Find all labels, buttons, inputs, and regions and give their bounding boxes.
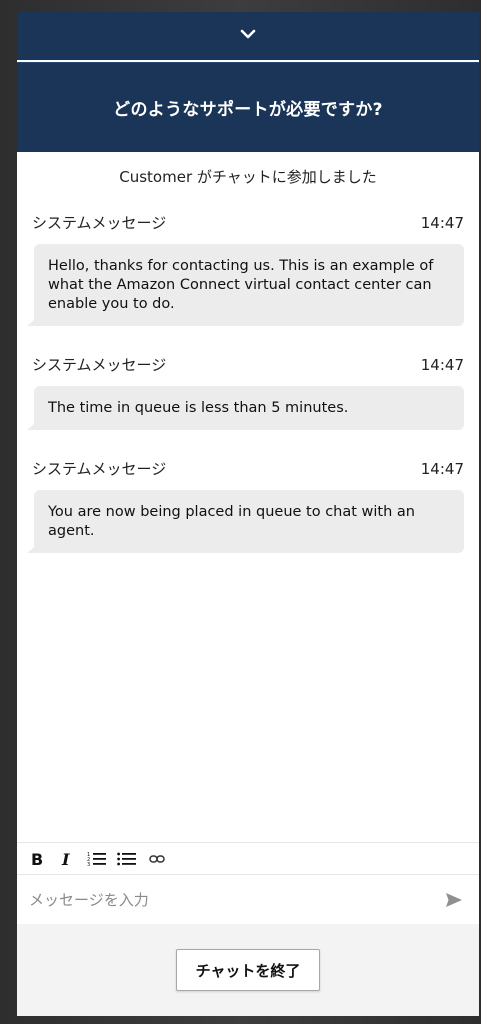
message-sender: システムメッセージ	[32, 356, 167, 374]
message-item: システムメッセージ 14:47 The time in queue is les…	[27, 354, 464, 430]
chat-header: どのようなサポートが必要ですか?	[17, 62, 479, 152]
numbered-list-icon[interactable]: 1 2 3	[86, 848, 108, 870]
collapse-button[interactable]	[17, 12, 479, 60]
message-text: You are now being placed in queue to cha…	[48, 504, 415, 539]
svg-text:3: 3	[87, 862, 90, 867]
message-sender: システムメッセージ	[32, 460, 167, 478]
svg-text:I: I	[61, 851, 70, 867]
message-sender: システムメッセージ	[32, 214, 167, 232]
send-icon[interactable]	[441, 887, 467, 913]
screen-background: どのようなサポートが必要ですか? Customer がチャットに参加しました シ…	[0, 0, 481, 1024]
message-bubble: You are now being placed in queue to cha…	[27, 490, 464, 553]
message-composer	[17, 874, 479, 924]
svg-text:B: B	[31, 851, 43, 867]
join-notice: Customer がチャットに参加しました	[119, 168, 377, 186]
message-item: システムメッセージ 14:47 Hello, thanks for contac…	[27, 212, 464, 326]
link-icon[interactable]	[146, 848, 168, 870]
italic-icon[interactable]: I	[56, 848, 78, 870]
bold-icon[interactable]: B	[26, 848, 48, 870]
message-time: 14:47	[420, 356, 464, 374]
message-bubble: Hello, thanks for contacting us. This is…	[27, 244, 464, 326]
end-chat-button[interactable]: チャットを終了	[176, 949, 320, 991]
bulleted-list-icon[interactable]	[116, 848, 138, 870]
chevron-down-icon	[239, 25, 257, 47]
message-time: 14:47	[420, 214, 464, 232]
chat-widget: どのようなサポートが必要ですか? Customer がチャットに参加しました シ…	[17, 12, 479, 1016]
message-input[interactable]	[27, 889, 441, 910]
chat-transcript[interactable]: Customer がチャットに参加しました システムメッセージ 14:47 He…	[17, 152, 479, 842]
message-text: The time in queue is less than 5 minutes…	[48, 400, 349, 416]
message-bubble: The time in queue is less than 5 minutes…	[27, 386, 464, 430]
message-item: システムメッセージ 14:47 You are now being placed…	[27, 458, 464, 553]
header-title: どのようなサポートが必要ですか?	[113, 100, 383, 120]
chat-footer: チャットを終了	[17, 924, 479, 1016]
formatting-toolbar: B I 1 2 3	[17, 842, 479, 874]
message-text: Hello, thanks for contacting us. This is…	[48, 258, 434, 312]
message-time: 14:47	[420, 460, 464, 478]
